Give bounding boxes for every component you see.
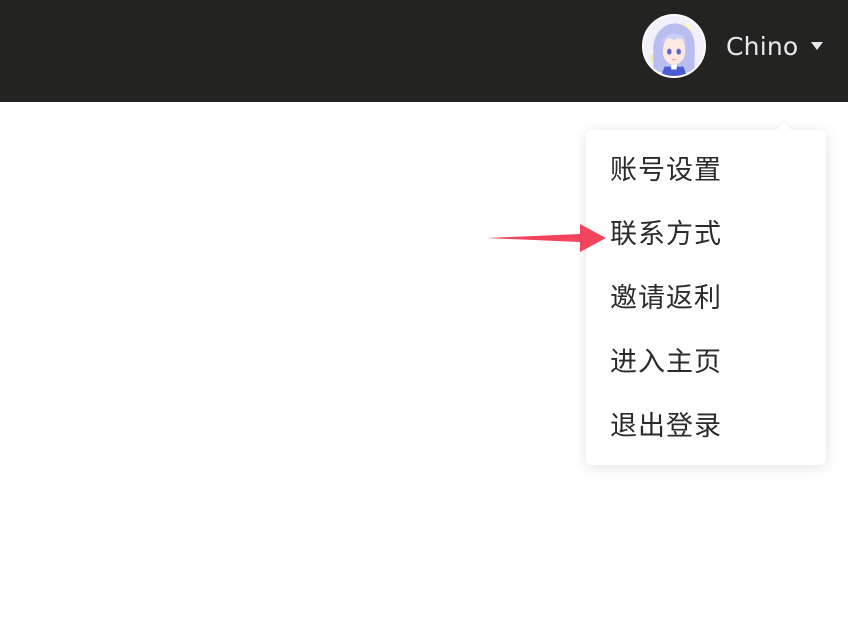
menu-item-contact[interactable]: 联系方式 [586, 203, 826, 267]
user-menu-trigger[interactable]: Chino [642, 14, 824, 78]
anime-avatar-icon [644, 16, 704, 76]
menu-item-invite-rebate[interactable]: 邀请返利 [586, 267, 826, 331]
username-label[interactable]: Chino [726, 32, 798, 61]
dropdown-pointer [776, 122, 792, 130]
menu-item-homepage[interactable]: 进入主页 [586, 331, 826, 395]
pointer-arrow-icon [486, 224, 606, 252]
caret-down-icon[interactable] [810, 41, 824, 51]
avatar[interactable] [642, 14, 706, 78]
top-navbar: Chino [0, 0, 848, 102]
menu-item-account-settings[interactable]: 账号设置 [586, 139, 826, 203]
menu-item-logout[interactable]: 退出登录 [586, 395, 826, 459]
user-dropdown-menu: 账号设置 联系方式 邀请返利 进入主页 退出登录 [586, 122, 826, 465]
